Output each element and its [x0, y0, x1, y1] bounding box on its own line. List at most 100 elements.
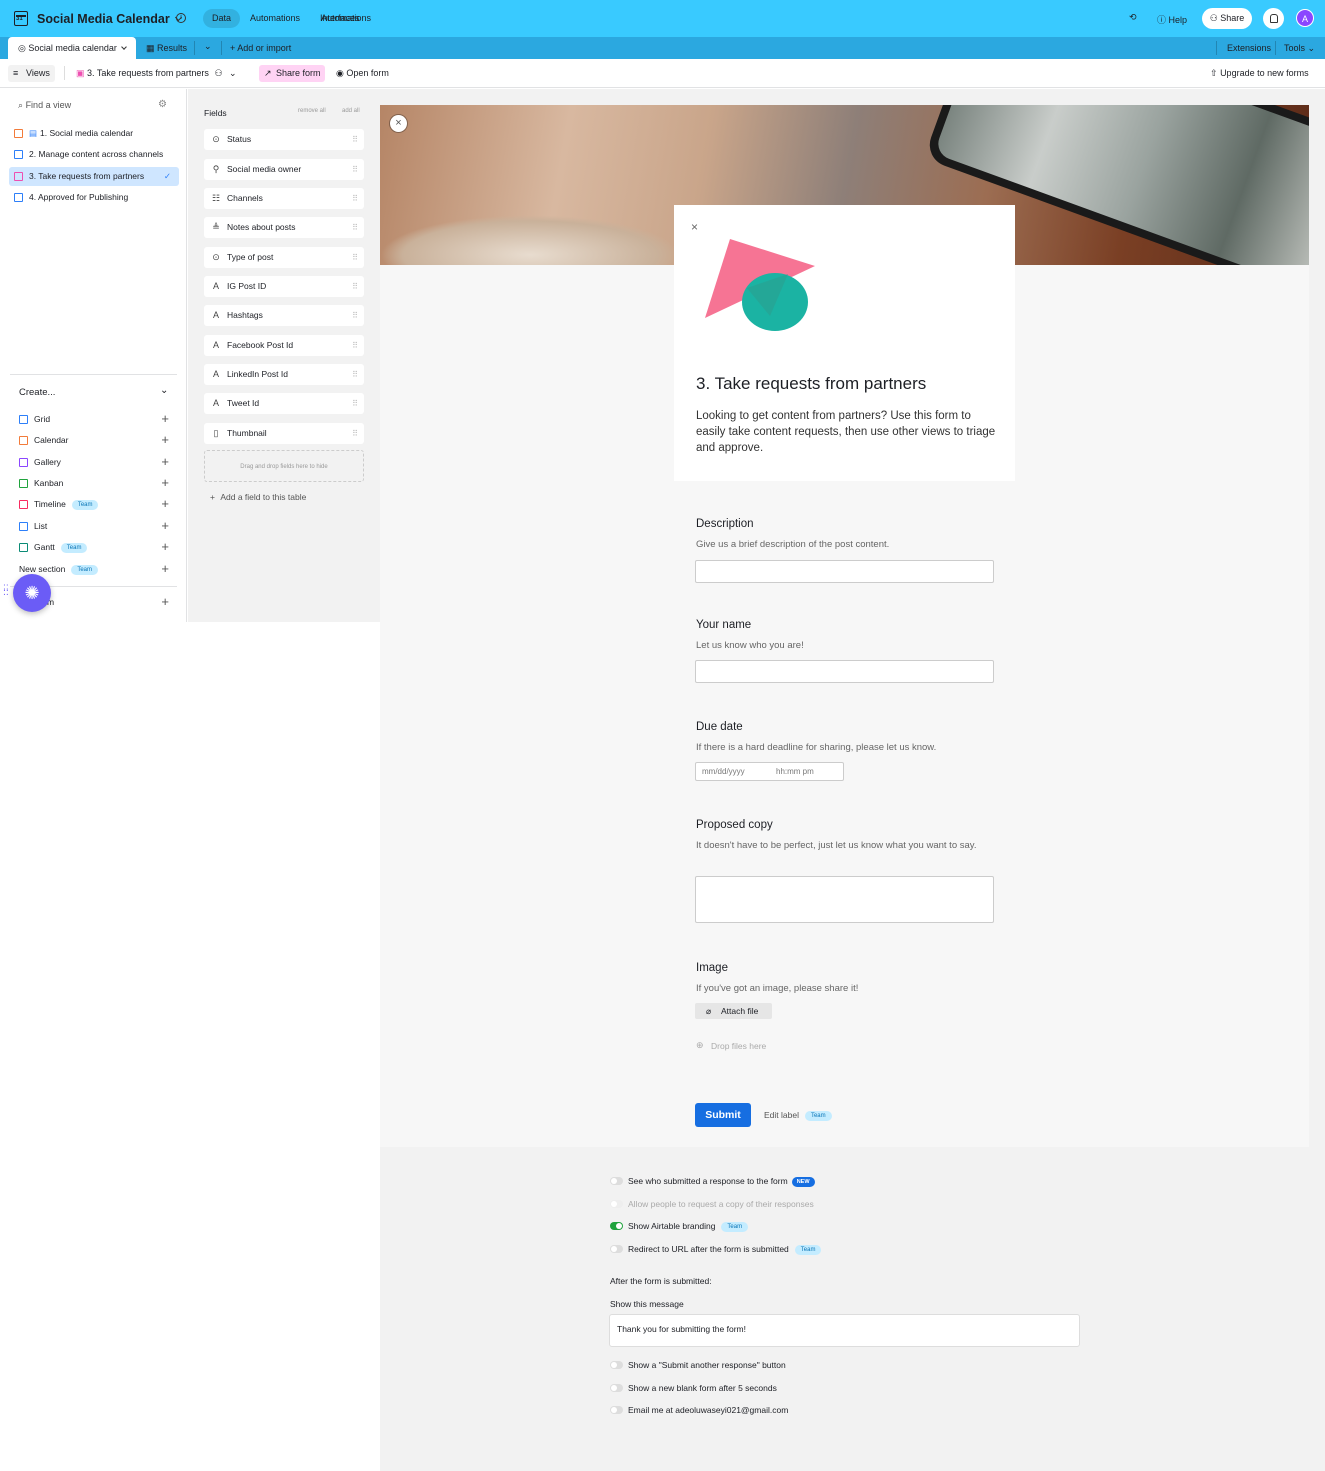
history-icon[interactable]: ⟲: [1129, 12, 1137, 23]
info-icon[interactable]: i: [176, 13, 186, 23]
field-card-linkedin[interactable]: A LinkedIn Post Id ⠿: [204, 364, 364, 385]
add-field-button[interactable]: + Add a field to this table: [210, 492, 306, 502]
submit-button[interactable]: Submit: [695, 1103, 751, 1127]
chevron-down-icon[interactable]: ⌄: [160, 385, 168, 396]
add-import-button[interactable]: + Add or import: [230, 43, 291, 53]
sidebar-view-1[interactable]: ▤ 1. Social media calendar: [9, 124, 179, 143]
share-form-button[interactable]: ↗ Share form: [259, 65, 325, 82]
field-card-owner[interactable]: ⚲ Social media owner ⠿: [204, 159, 364, 180]
question-description-label[interactable]: Description: [696, 518, 754, 530]
nav-interfaces[interactable]: Interfaces: [311, 9, 369, 28]
field-card-channels[interactable]: ☷ Channels ⠿: [204, 188, 364, 209]
toggle[interactable]: [610, 1406, 623, 1414]
question-name-label[interactable]: Your name: [696, 619, 751, 631]
nav-automations[interactable]: Automations: [241, 9, 309, 28]
option-email-me[interactable]: Email me at adeoluwaseyi021@gmail.com: [610, 1404, 788, 1416]
remove-cover-button[interactable]: ×: [390, 115, 407, 132]
after-submit-label: After the form is submitted:: [610, 1276, 712, 1286]
toggle[interactable]: [610, 1177, 623, 1185]
help-button[interactable]: ⓘ Help: [1157, 13, 1187, 26]
sidebar-view-3[interactable]: 3. Take requests from partners ✓: [9, 167, 179, 186]
form-description[interactable]: Looking to get content from partners? Us…: [696, 408, 996, 456]
toggle[interactable]: [610, 1222, 623, 1230]
share-button[interactable]: ⚇ Share: [1202, 8, 1252, 29]
remove-all-link[interactable]: remove all: [298, 108, 326, 114]
field-card-hashtags[interactable]: A Hashtags ⠿: [204, 305, 364, 326]
drag-handle-icon: ⠿: [352, 429, 358, 438]
attach-file-button[interactable]: ⌀ Attach file: [695, 1003, 772, 1019]
drop-files-zone[interactable]: Drop files here: [711, 1041, 766, 1051]
drag-handle-icon: ⠿: [352, 370, 358, 379]
chevron-down-icon[interactable]: ⌄: [204, 41, 212, 52]
add-all-link[interactable]: add all: [342, 108, 360, 114]
toggle[interactable]: [610, 1384, 623, 1392]
sidebar-view-4[interactable]: 4. Approved for Publishing: [9, 188, 179, 207]
hide-fields-drop-zone[interactable]: Drag and drop fields here to hide: [204, 450, 364, 482]
create-kanban[interactable]: Kanban +: [19, 475, 174, 491]
drag-handle-icon[interactable]: ⁚⁚ ⁚⁚: [3, 584, 9, 598]
description-input[interactable]: [695, 560, 994, 583]
kanban-icon: [19, 479, 28, 488]
team-badge: Team: [71, 499, 99, 510]
team-badge: Team: [71, 564, 98, 575]
search-icon: ⌕: [18, 100, 24, 110]
field-card-facebook[interactable]: A Facebook Post Id ⠿: [204, 335, 364, 356]
external-link-icon: ↗: [264, 68, 272, 78]
create-list[interactable]: List +: [19, 518, 174, 534]
tab-social-media-calendar[interactable]: ◎ Social media calendar: [8, 37, 136, 59]
question-proposed-copy-label[interactable]: Proposed copy: [696, 819, 773, 831]
open-form-button[interactable]: ◉ Open form: [336, 68, 389, 79]
field-card-type[interactable]: ⊙ Type of post ⠿: [204, 247, 364, 268]
sidebar-view-2[interactable]: 2. Manage content across channels: [9, 145, 179, 164]
option-airtable-branding[interactable]: Show Airtable branding Team: [610, 1220, 749, 1232]
due-date-input[interactable]: mm/dd/yyyy hh:mm pm: [695, 762, 844, 781]
upgrade-forms-button[interactable]: ⇧ Upgrade to new forms: [1210, 68, 1309, 79]
gear-icon[interactable]: ⚙: [158, 99, 167, 110]
create-gantt[interactable]: Gantt Team +: [19, 539, 174, 555]
create-new-section[interactable]: New section Team +: [19, 561, 174, 577]
create-calendar[interactable]: Calendar +: [19, 432, 174, 448]
field-card-ig-post[interactable]: A IG Post ID ⠿: [204, 276, 364, 297]
create-grid[interactable]: Grid +: [19, 411, 174, 427]
option-new-blank-form[interactable]: Show a new blank form after 5 seconds: [610, 1382, 777, 1394]
avatar[interactable]: A: [1296, 9, 1314, 27]
thank-you-message-input[interactable]: Thank you for submitting the form!: [609, 1314, 1080, 1347]
option-request-copy[interactable]: Allow people to request a copy of their …: [610, 1198, 814, 1210]
find-view-input[interactable]: ⌕ Find a view: [18, 100, 71, 111]
drag-handle-icon: ⠿: [352, 135, 358, 144]
option-see-submitter[interactable]: See who submitted a response to the form…: [610, 1175, 815, 1187]
nav-data[interactable]: Data: [203, 9, 241, 28]
tab-results[interactable]: ▦ Results: [146, 43, 187, 54]
form-title[interactable]: 3. Take requests from partners: [696, 374, 926, 394]
top-bar: [0, 0, 1325, 37]
your-name-input[interactable]: [695, 660, 994, 683]
option-redirect-url[interactable]: Redirect to URL after the form is submit…: [610, 1243, 822, 1255]
field-card-status[interactable]: ⊙ Status ⠿: [204, 129, 364, 150]
option-submit-another[interactable]: Show a "Submit another response" button: [610, 1359, 786, 1371]
grid-icon: [19, 415, 28, 424]
plus-icon: +: [161, 518, 169, 533]
remove-logo-button[interactable]: ×: [691, 220, 698, 234]
toggle[interactable]: [610, 1200, 623, 1208]
current-view-name[interactable]: ▣ 3. Take requests from partners ⚇ ⌄: [76, 68, 237, 79]
edit-label-button[interactable]: Edit label Team: [764, 1110, 832, 1121]
tools-button[interactable]: Tools ⌄: [1284, 43, 1315, 54]
base-title[interactable]: Social Media Calendar: [37, 12, 183, 26]
drag-handle-icon: ⠿: [352, 165, 358, 174]
bell-icon[interactable]: [1263, 8, 1284, 29]
question-image-label[interactable]: Image: [696, 962, 728, 974]
field-card-notes[interactable]: ≜ Notes about posts ⠿: [204, 217, 364, 238]
toggle[interactable]: [610, 1361, 623, 1369]
views-button[interactable]: ≡ Views: [8, 65, 55, 82]
extensions-button[interactable]: Extensions: [1227, 43, 1271, 53]
proposed-copy-textarea[interactable]: [695, 876, 994, 923]
field-card-thumbnail[interactable]: ▯ Thumbnail ⠿: [204, 423, 364, 444]
create-gallery[interactable]: Gallery +: [19, 454, 174, 470]
toggle[interactable]: [610, 1245, 623, 1253]
field-card-tweet[interactable]: A Tweet Id ⠿: [204, 393, 364, 414]
assistant-fab-button[interactable]: ✺: [13, 574, 51, 612]
create-timeline[interactable]: Timeline Team +: [19, 496, 174, 512]
question-due-date-label[interactable]: Due date: [696, 721, 743, 733]
calendar-icon: [14, 11, 28, 26]
question-proposed-copy-help: It doesn't have to be perfect, just let …: [696, 840, 977, 851]
